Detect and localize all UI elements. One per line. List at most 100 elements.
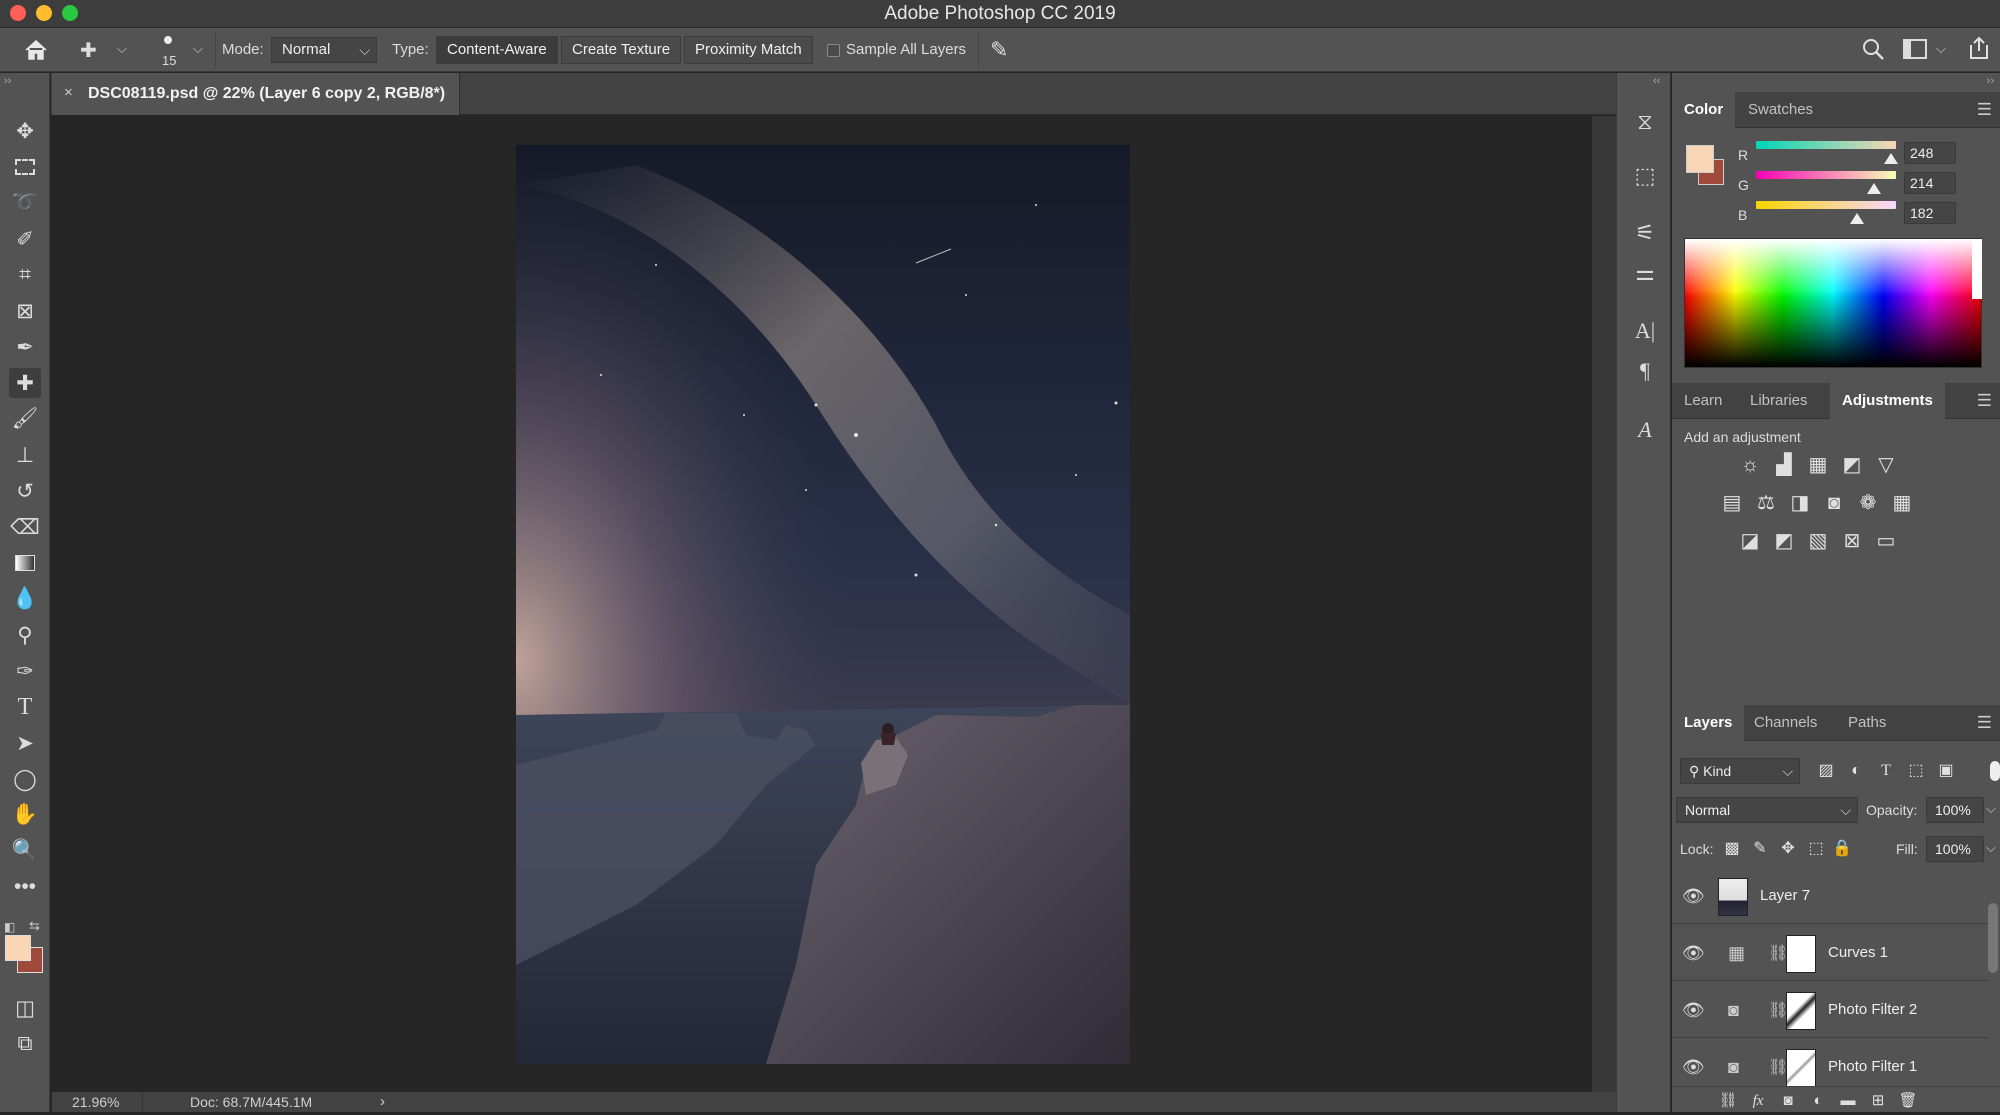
workspace-icon[interactable] bbox=[1903, 39, 1927, 59]
r-slider-handle[interactable] bbox=[1884, 153, 1898, 164]
foreground-color-chip[interactable] bbox=[1686, 145, 1714, 173]
filter-type-icon[interactable]: T bbox=[1872, 757, 1900, 785]
filter-toggle[interactable] bbox=[1990, 761, 2000, 781]
hand-tool-icon[interactable]: ✋ bbox=[9, 800, 41, 830]
diffraction-icon[interactable]: ✎ bbox=[990, 37, 1008, 63]
opacity-field[interactable]: 100% bbox=[1926, 797, 1984, 823]
panel-menu-icon[interactable]: ☰ bbox=[1977, 713, 1992, 733]
layer-name[interactable]: Layer 7 bbox=[1760, 887, 1810, 904]
g-slider[interactable] bbox=[1756, 171, 1896, 179]
home-icon[interactable] bbox=[22, 36, 50, 64]
mode-select[interactable]: Normal ⌵ bbox=[271, 37, 377, 63]
close-tab-icon[interactable]: × bbox=[64, 84, 73, 101]
lasso-tool-icon[interactable]: ➰ bbox=[9, 188, 41, 218]
layer-mask-thumbnail[interactable] bbox=[1786, 935, 1816, 973]
lock-position-icon[interactable]: ✥ bbox=[1774, 835, 1802, 863]
3d-panel-icon[interactable]: ⬚ bbox=[1629, 161, 1661, 191]
zoom-level[interactable]: 21.96% bbox=[72, 1094, 119, 1110]
selective-color-icon[interactable]: ⊠ bbox=[1838, 527, 1866, 555]
screen-mode-icon[interactable]: ⧉ bbox=[9, 1029, 41, 1059]
visibility-eye-icon[interactable]: 👁 bbox=[1682, 943, 1705, 964]
search-icon[interactable] bbox=[1860, 36, 1886, 62]
hue-saturation-icon[interactable]: ▤ bbox=[1718, 489, 1746, 517]
filter-pixel-icon[interactable]: ▨ bbox=[1812, 757, 1840, 785]
fill-field[interactable]: 100% bbox=[1926, 836, 1984, 862]
sample-all-layers-checkbox[interactable] bbox=[827, 44, 840, 57]
canvas-vertical-scrollbar[interactable] bbox=[1592, 116, 1616, 1092]
layer-row[interactable]: 👁 ▦ ⛓ Curves 1 bbox=[1672, 925, 1988, 981]
zoom-tool-icon[interactable]: 🔍 bbox=[9, 836, 41, 866]
tab-swatches[interactable]: Swatches bbox=[1736, 92, 1825, 128]
status-chevron-icon[interactable]: › bbox=[380, 1093, 385, 1110]
layer-row[interactable]: 👁 Layer 7 bbox=[1672, 868, 1988, 924]
filter-shape-icon[interactable]: ⬚ bbox=[1902, 757, 1930, 785]
lock-all-icon[interactable]: 🔒 bbox=[1828, 835, 1856, 863]
frame-tool-icon[interactable]: ⊠ bbox=[9, 296, 41, 326]
r-slider[interactable] bbox=[1756, 141, 1896, 149]
brush-dot-icon[interactable] bbox=[164, 36, 172, 44]
filter-smart-object-icon[interactable]: ▣ bbox=[1932, 757, 1960, 785]
new-layer-icon[interactable]: ⊞ bbox=[1864, 1087, 1892, 1115]
r-value-field[interactable]: 248 bbox=[1904, 142, 1956, 164]
invert-icon[interactable]: ◪ bbox=[1736, 527, 1764, 555]
visibility-eye-icon[interactable]: 👁 bbox=[1682, 886, 1705, 907]
layer-filter-select[interactable]: ⚲ Kind ⌵ bbox=[1680, 758, 1800, 784]
pen-tool-icon[interactable]: ✑ bbox=[9, 656, 41, 686]
b-slider-handle[interactable] bbox=[1850, 213, 1864, 224]
filter-adjustment-icon[interactable]: ◐ bbox=[1842, 757, 1870, 785]
tab-channels[interactable]: Channels bbox=[1742, 705, 1829, 741]
move-tool-icon[interactable]: ✥ bbox=[9, 116, 41, 146]
more-tools-icon[interactable]: ••• bbox=[9, 872, 41, 902]
photo-canvas[interactable] bbox=[516, 145, 1130, 1064]
exposure-icon[interactable]: ◩ bbox=[1838, 451, 1866, 479]
brightness-contrast-icon[interactable]: ☼ bbox=[1736, 451, 1764, 479]
glyphs-panel-icon[interactable]: A bbox=[1629, 415, 1661, 445]
levels-icon[interactable]: ▟ bbox=[1770, 451, 1798, 479]
channel-mixer-icon[interactable]: ❁ bbox=[1854, 489, 1882, 517]
collapse-strip-icon[interactable]: ‹‹ bbox=[1653, 75, 1660, 87]
history-brush-tool-icon[interactable]: ↺ bbox=[9, 476, 41, 506]
g-value-field[interactable]: 214 bbox=[1904, 172, 1956, 194]
photo-filter-icon[interactable]: ◙ bbox=[1820, 489, 1848, 517]
layer-mask-thumbnail[interactable] bbox=[1786, 1049, 1816, 1087]
color-spectrum-ramp[interactable] bbox=[1684, 238, 1982, 368]
layer-name[interactable]: Photo Filter 2 bbox=[1828, 1001, 1917, 1018]
quick-selection-tool-icon[interactable]: ✐ bbox=[9, 224, 41, 254]
panel-menu-icon[interactable]: ☰ bbox=[1977, 391, 1992, 411]
layer-name[interactable]: Curves 1 bbox=[1828, 944, 1888, 961]
blur-tool-icon[interactable]: 💧 bbox=[9, 584, 41, 614]
foreground-color-swatch[interactable] bbox=[5, 935, 31, 961]
workspace-chevron-icon[interactable]: ⌵ bbox=[1936, 41, 1946, 57]
history-panel-icon[interactable]: ⧖ bbox=[1629, 107, 1661, 137]
ramp-white-swatch[interactable] bbox=[1972, 239, 1982, 299]
brush-settings-panel-icon[interactable]: ⚟ bbox=[1629, 218, 1661, 248]
curves-icon[interactable]: ▦ bbox=[1804, 451, 1832, 479]
sample-all-layers-label[interactable]: Sample All Layers bbox=[846, 41, 966, 58]
blend-mode-select[interactable]: Normal ⌵ bbox=[1676, 797, 1858, 823]
brush-tool-icon[interactable]: 🖌 bbox=[9, 404, 41, 434]
brush-size[interactable]: 15 bbox=[162, 53, 176, 68]
tab-libraries[interactable]: Libraries bbox=[1738, 383, 1820, 419]
layer-mask-thumbnail[interactable] bbox=[1786, 992, 1816, 1030]
fx-icon[interactable]: fx bbox=[1744, 1087, 1772, 1115]
layer-row[interactable]: 👁 ◙ ⛓ Photo Filter 2 bbox=[1672, 982, 1988, 1038]
create-texture-button[interactable]: Create Texture bbox=[561, 36, 682, 64]
new-adjustment-layer-icon[interactable]: ◐ bbox=[1804, 1087, 1832, 1115]
character-panel-icon[interactable]: A| bbox=[1629, 316, 1661, 346]
visibility-eye-icon[interactable]: 👁 bbox=[1682, 1000, 1705, 1021]
marquee-tool-icon[interactable] bbox=[9, 152, 41, 182]
crop-tool-icon[interactable]: ⌗ bbox=[9, 260, 41, 290]
opacity-chevron-icon[interactable]: ⌵ bbox=[1986, 801, 1996, 817]
brush-chevron-icon[interactable]: ⌵ bbox=[193, 41, 203, 57]
share-icon[interactable] bbox=[1967, 35, 1991, 61]
threshold-icon[interactable]: ▧ bbox=[1804, 527, 1832, 555]
clone-stamp-tool-icon[interactable]: ⊥ bbox=[9, 440, 41, 470]
properties-panel-icon[interactable]: ⚌ bbox=[1629, 258, 1661, 288]
collapse-panels-icon[interactable]: ›› bbox=[1987, 75, 1994, 87]
ellipse-tool-icon[interactable]: ◯ bbox=[9, 764, 41, 794]
tab-adjustments[interactable]: Adjustments bbox=[1830, 383, 1945, 419]
vibrance-icon[interactable]: ▽ bbox=[1872, 451, 1900, 479]
content-aware-button[interactable]: Content-Aware bbox=[436, 36, 558, 64]
preset-chevron-icon[interactable]: ⌵ bbox=[117, 41, 127, 57]
posterize-icon[interactable]: ◩ bbox=[1770, 527, 1798, 555]
